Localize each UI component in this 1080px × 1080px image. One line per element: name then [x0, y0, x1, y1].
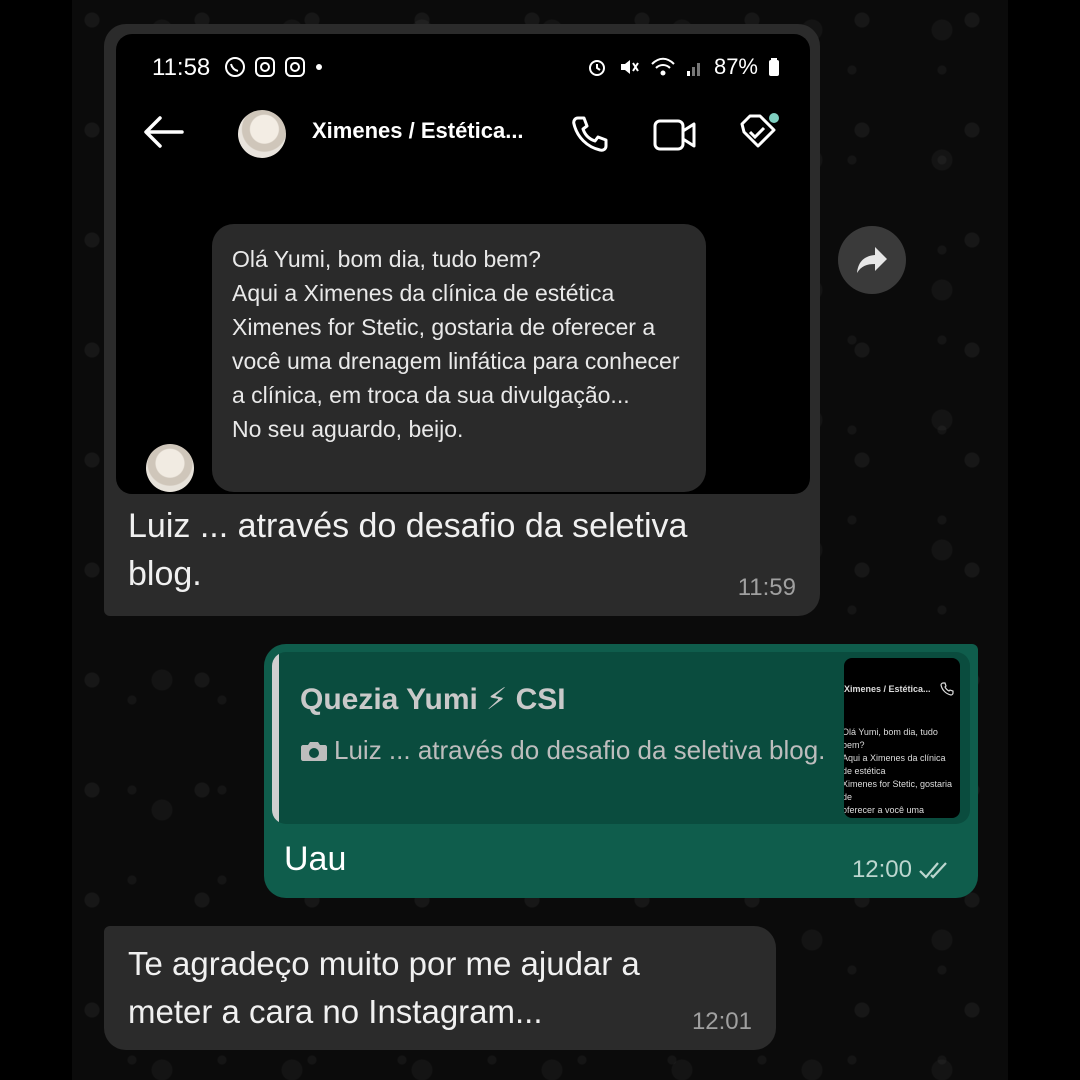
contact-name[interactable]: Ximenes / Estética...: [312, 118, 524, 144]
message-meta: 12:00: [852, 856, 952, 884]
message-timestamp: 11:59: [737, 574, 796, 601]
quote-accent-bar: [272, 652, 279, 824]
sender-avatar: [146, 444, 194, 492]
forward-button[interactable]: [838, 226, 906, 294]
alarm-icon: [588, 60, 605, 76]
phone-icon[interactable]: [570, 114, 610, 154]
wifi-icon: [651, 57, 675, 76]
quote-text-wrapper: Luiz ... através do desafio da seletiva …: [300, 730, 840, 770]
video-call-icon[interactable]: [652, 116, 698, 154]
battery-icon: [769, 58, 779, 76]
status-bar-notifications: [224, 56, 324, 78]
message-text: Te agradeço muito por me ajudar a meter …: [128, 945, 640, 1030]
screenshot-message-bubble: Olá Yumi, bom dia, tudo bem? Aqui a Xime…: [212, 224, 706, 492]
signal-icon: [686, 63, 700, 76]
quote-text: Luiz ... através do desafio da seletiva …: [334, 735, 826, 765]
dot-icon: [316, 64, 322, 70]
thumbnail-text: Olá Yumi, bom dia, tudo bem? Aqui a Xime…: [844, 727, 953, 815]
forward-icon: [857, 247, 887, 273]
phone-icon: [940, 682, 954, 696]
message-caption: Luiz ... através do desafio da seletiva …: [128, 507, 688, 593]
message-text: Uau: [284, 840, 347, 878]
battery-percentage: 87%: [713, 54, 758, 79]
thumbnail-title: Ximenes / Estética...: [844, 684, 931, 694]
instagram-icon: [285, 57, 305, 77]
label-icon[interactable]: [736, 110, 782, 156]
status-bar-time: 11:58: [152, 54, 211, 81]
back-arrow-icon[interactable]: [142, 112, 186, 152]
double-check-icon: [919, 862, 947, 879]
quoted-message[interactable]: Quezia Yumi ⚡ CSI Luiz ... através do de…: [272, 652, 970, 824]
whatsapp-icon: [225, 57, 245, 77]
message-timestamp: 12:01: [691, 1008, 752, 1035]
message-timestamp: 12:00: [851, 856, 912, 883]
incoming-image-message[interactable]: 11:58 87% Ximenes / Estética... Olá Yumi…: [104, 24, 820, 616]
camera-icon: [301, 742, 327, 761]
quote-author: Quezia Yumi ⚡ CSI: [300, 683, 566, 716]
contact-avatar[interactable]: [238, 110, 286, 158]
instagram-icon: [255, 57, 275, 77]
mute-icon: [620, 60, 639, 74]
status-bar-system: 87%: [586, 54, 780, 80]
outgoing-message[interactable]: Quezia Yumi ⚡ CSI Luiz ... através do de…: [264, 644, 978, 898]
shared-screenshot[interactable]: 11:58 87% Ximenes / Estética... Olá Yumi…: [116, 34, 810, 494]
quote-thumbnail: Ximenes / Estética... Olá Yumi, bom dia,…: [844, 658, 960, 818]
incoming-message[interactable]: Te agradeço muito por me ajudar a meter …: [104, 926, 776, 1050]
